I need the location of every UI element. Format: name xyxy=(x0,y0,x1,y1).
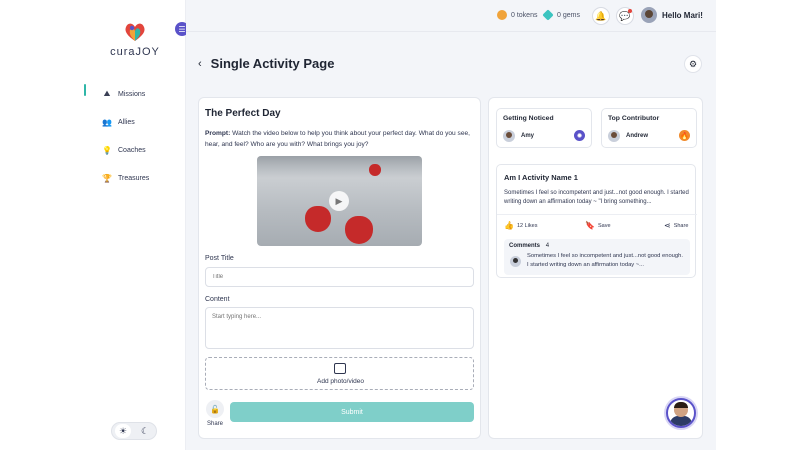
menu-icon: ☰ xyxy=(178,24,186,34)
page-title: Single Activity Page xyxy=(210,56,335,71)
share-button[interactable]: ⋖ Share xyxy=(664,221,688,230)
share-icon: ⋖ xyxy=(664,221,671,230)
strawberry-image xyxy=(345,216,373,244)
getting-noticed-title: Getting Noticed xyxy=(503,115,554,122)
comments-count: 4 xyxy=(545,243,550,249)
activity-title: The Perfect Day xyxy=(205,108,281,119)
sidebar-nav: ⛰ Missions 👥 Allies 💡 Coaches 🏆 Treasure… xyxy=(84,80,186,192)
prompt-label: Prompt: xyxy=(205,130,231,137)
strawberry-image xyxy=(369,164,381,176)
sidebar-item-missions[interactable]: ⛰ Missions xyxy=(84,80,186,108)
tokens-stat: 0 tokens xyxy=(497,10,537,20)
post-title: Am I Activity Name 1 xyxy=(504,173,578,182)
save-label: Save xyxy=(597,222,611,229)
activity-card: The Perfect Day Prompt: Watch the video … xyxy=(198,97,481,439)
sidebar-item-label: Missions xyxy=(118,90,146,98)
sidebar-item-label: Coaches xyxy=(118,146,146,154)
moon-icon[interactable]: ☾ xyxy=(137,424,153,438)
content-label: Content xyxy=(205,296,230,303)
gem-icon xyxy=(542,9,554,21)
token-icon xyxy=(497,10,507,20)
comments-section[interactable]: Comments 4 Sometimes I feel so incompete… xyxy=(504,239,690,275)
messages-button[interactable]: 💬 xyxy=(616,7,634,25)
avatar-hair xyxy=(674,402,688,408)
avatar xyxy=(503,130,515,142)
submit-button[interactable]: Submit xyxy=(230,402,474,422)
bell-icon: 🔔 xyxy=(595,10,607,21)
filter-button[interactable]: ⚙ xyxy=(684,55,702,73)
sun-icon[interactable]: ☀ xyxy=(115,424,131,438)
getting-noticed-card[interactable]: Getting Noticed Amy ✹ xyxy=(496,108,592,148)
user-name: Andrew xyxy=(626,133,649,139)
top-bar xyxy=(186,0,716,32)
top-contributor-title: Top Contributor xyxy=(608,115,660,122)
page-header: ‹ Single Activity Page xyxy=(198,56,334,71)
top-contributor-card[interactable]: Top Contributor Andrew 🔥 xyxy=(601,108,697,148)
image-icon xyxy=(334,363,346,374)
prompt-text: Watch the video below to help you think … xyxy=(205,130,471,148)
bookmark-icon: 🔖 xyxy=(585,221,595,230)
comments-label: Comments xyxy=(509,243,541,249)
logo-text: curaJOY xyxy=(110,46,160,58)
post-card[interactable]: Am I Activity Name 1 Sometimes I feel so… xyxy=(496,164,697,278)
sidebar-item-label: Allies xyxy=(118,118,135,126)
unlock-icon: 🔓 xyxy=(206,400,224,418)
community-panel: Getting Noticed Amy ✹ Top Contributor An… xyxy=(488,97,703,439)
share-label: Share xyxy=(673,222,689,229)
getting-noticed-user: Amy xyxy=(503,130,534,142)
sidebar-item-treasures[interactable]: 🏆 Treasures xyxy=(84,164,186,192)
coaches-icon: 💡 xyxy=(102,145,112,155)
play-icon[interactable]: ▶ xyxy=(329,191,349,211)
post-title-input[interactable] xyxy=(205,267,474,287)
user-menu[interactable]: Hello Mari! xyxy=(641,7,703,23)
tokens-count: 0 tokens xyxy=(511,11,538,19)
avatar xyxy=(510,256,521,267)
gems-count: 0 gems xyxy=(557,11,580,19)
share-toggle[interactable]: 🔓 Share xyxy=(205,400,225,427)
save-button[interactable]: 🔖 Save xyxy=(585,221,611,230)
gems-stat: 0 gems xyxy=(542,9,580,21)
activity-video[interactable]: ▶ xyxy=(257,156,422,246)
add-media-label: Add photo/video xyxy=(317,378,364,385)
unread-dot xyxy=(628,9,632,13)
post-title-label: Post Title xyxy=(205,255,234,262)
missions-icon: ⛰ xyxy=(103,89,111,98)
avatar xyxy=(641,7,657,23)
user-name: Amy xyxy=(521,133,535,139)
comments-header: Comments 4 xyxy=(509,243,549,249)
top-contributor-user: Andrew xyxy=(608,130,648,142)
badge-gear-icon: ✹ xyxy=(574,130,585,141)
like-button[interactable]: 👍 12 Likes xyxy=(504,221,537,230)
theme-toggle[interactable]: ☀ ☾ xyxy=(111,422,157,440)
comment-text: Sometimes I feel so incompetent and just… xyxy=(527,253,683,268)
sidebar-item-allies[interactable]: 👥 Allies xyxy=(84,108,186,136)
flame-icon: 🔥 xyxy=(679,130,690,141)
activity-prompt: Prompt: Watch the video below to help yo… xyxy=(205,128,475,150)
notifications-button[interactable]: 🔔 xyxy=(592,7,610,25)
content-textarea[interactable] xyxy=(205,307,474,349)
back-chevron-icon[interactable]: ‹ xyxy=(198,58,202,70)
avatar xyxy=(608,130,620,142)
add-media-dropzone[interactable]: Add photo/video xyxy=(205,357,474,390)
share-label: Share xyxy=(206,421,223,427)
water-splash xyxy=(257,156,422,178)
sidebar-item-label: Treasures xyxy=(118,174,150,182)
divider xyxy=(497,214,697,215)
logo-heart-icon xyxy=(125,23,145,41)
logo[interactable]: curaJOY xyxy=(110,22,160,64)
like-count: 12 Likes xyxy=(516,222,538,229)
strawberry-image xyxy=(305,206,331,232)
coach-avatar-button[interactable] xyxy=(666,398,696,428)
post-body: Sometimes I feel so incompetent and just… xyxy=(504,190,689,205)
treasures-icon: 🏆 xyxy=(102,173,112,183)
thumbs-up-icon: 👍 xyxy=(504,221,514,230)
allies-icon: 👥 xyxy=(102,117,112,127)
sidebar-item-coaches[interactable]: 💡 Coaches xyxy=(84,136,186,164)
greeting: Hello Mari! xyxy=(662,10,703,20)
sidebar xyxy=(84,0,186,450)
sliders-icon: ⚙ xyxy=(688,58,698,69)
